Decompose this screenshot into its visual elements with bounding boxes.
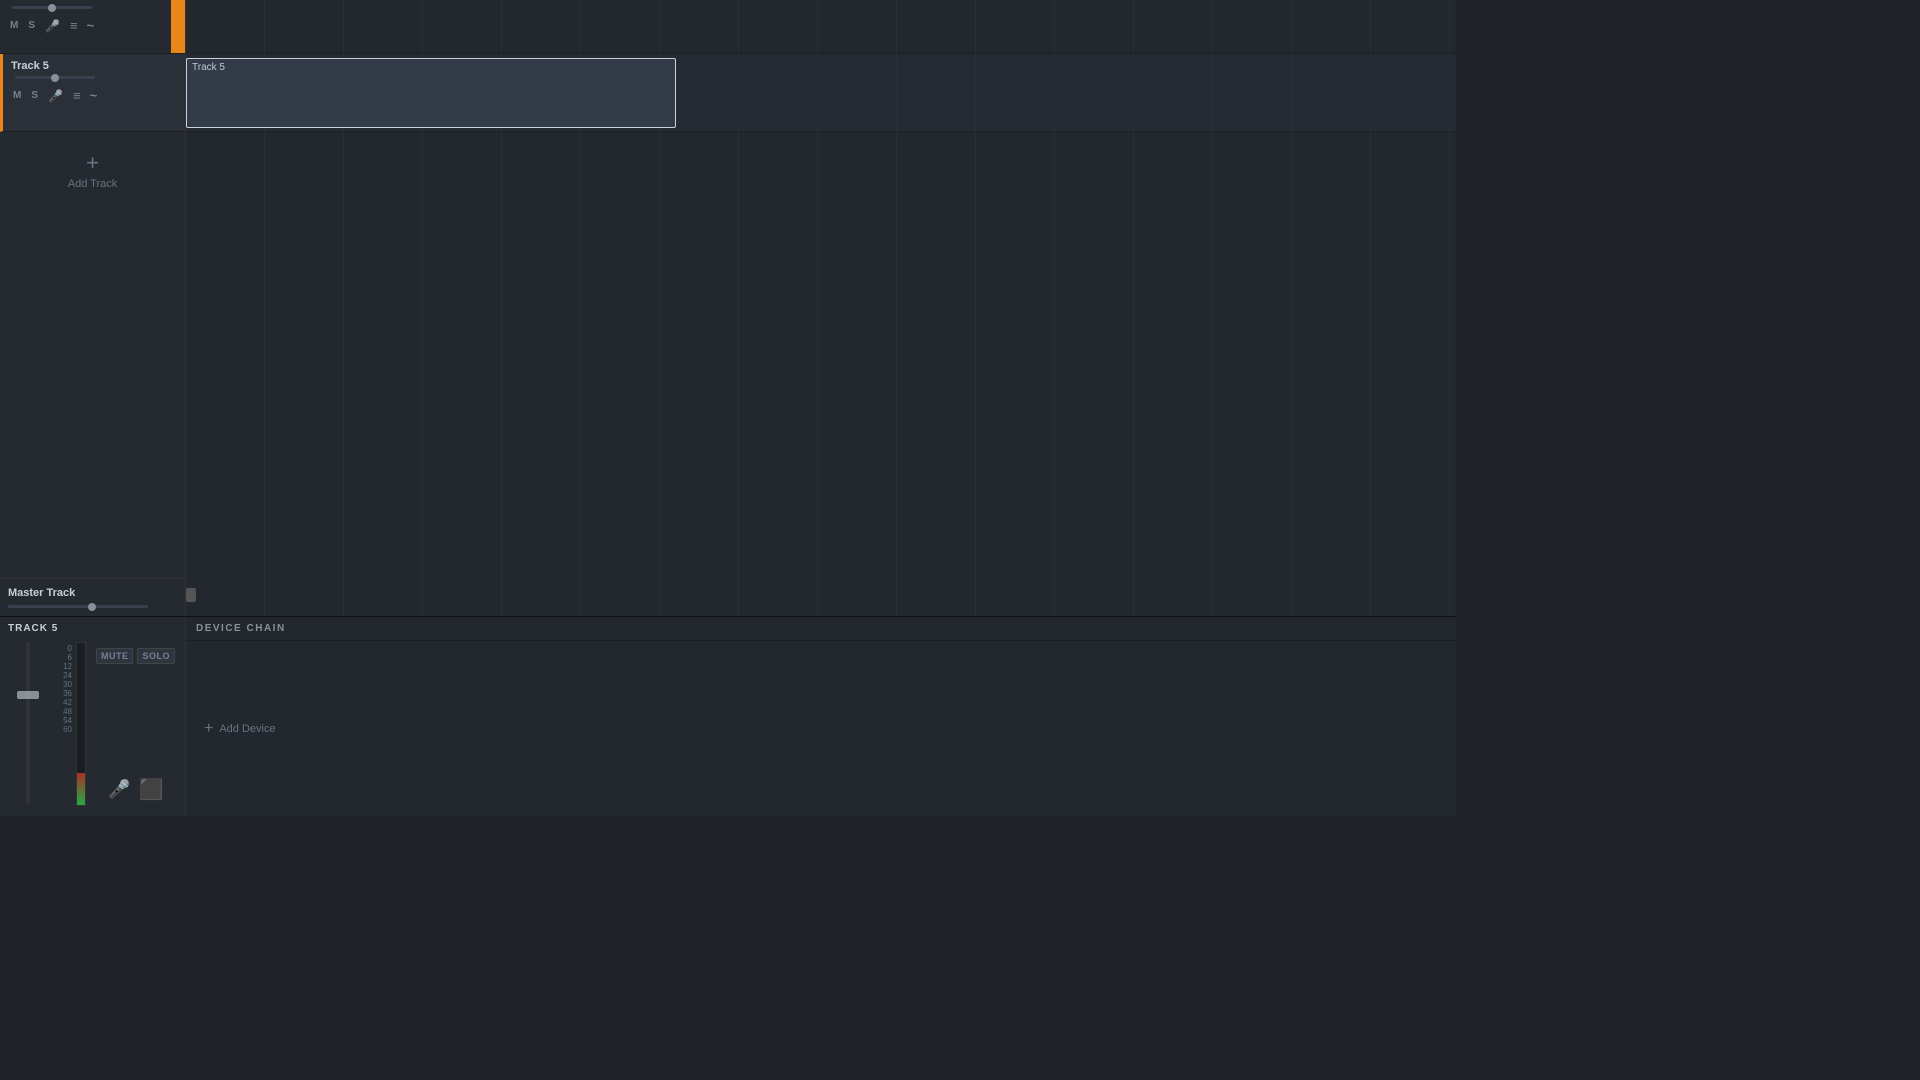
timeline-scrollbar-handle[interactable] xyxy=(186,588,196,602)
track4-row xyxy=(186,0,1456,54)
bottom-bars-icon[interactable]: ⬛ xyxy=(139,777,163,802)
track4-accent-bar xyxy=(171,0,185,53)
add-track-label: Add Track xyxy=(68,178,118,190)
device-chain-content: + Add Device xyxy=(186,641,1456,816)
track5-row: Track 5 xyxy=(186,54,1456,132)
master-slider[interactable] xyxy=(8,605,148,608)
mute-solo-icon-col: MUTE SOLO 🎤 ⬛ xyxy=(94,642,177,808)
track4-solo-btn[interactable]: S xyxy=(26,19,37,32)
track5-name: Track 5 xyxy=(11,60,163,72)
track5-mute-btn[interactable]: M xyxy=(11,89,23,102)
vu-bar xyxy=(77,773,85,805)
track4-slider[interactable] xyxy=(12,6,92,9)
timeline-area: Track 5 xyxy=(186,0,1456,616)
bottom-mic-icon[interactable]: 🎤 xyxy=(108,779,130,800)
vu-meter-col xyxy=(74,642,88,808)
track5-automation-btn[interactable]: ~ xyxy=(88,87,100,104)
volume-fader-track[interactable] xyxy=(26,642,30,804)
vu-section: 0 6 12 24 30 36 42 48 54 60 xyxy=(54,642,88,808)
main-area: M S 🎤 ≡ ~ Track 5 M S xyxy=(0,0,1456,616)
track-header-track5: Track 5 M S 🎤 ≡ ~ xyxy=(0,54,185,132)
mute-solo-row: MUTE SOLO xyxy=(96,648,175,664)
solo-button[interactable]: SOLO xyxy=(137,648,175,664)
track5-clip-label: Track 5 xyxy=(187,59,675,76)
track4-mute-btn[interactable]: M xyxy=(8,19,20,32)
track5-slider[interactable] xyxy=(15,76,95,79)
track5-record-btn[interactable]: 🎤 xyxy=(46,88,65,104)
bottom-panel: TRACK 5 0 6 12 24 30 36 42 48 xyxy=(0,616,1456,816)
track4-controls: M S 🎤 ≡ ~ xyxy=(8,13,177,38)
bottom-icon-row: 🎤 ⬛ xyxy=(96,773,175,806)
add-device-button[interactable]: + Add Device xyxy=(196,717,284,741)
master-track-name: Master Track xyxy=(8,587,177,599)
track-header-track4: M S 🎤 ≡ ~ xyxy=(0,0,185,54)
channel-strip-title: TRACK 5 xyxy=(4,621,181,638)
mute-button[interactable]: MUTE xyxy=(96,648,134,664)
device-chain-header: DEVICE CHAIN xyxy=(186,617,1456,641)
add-track-area[interactable]: + Add Track xyxy=(0,132,185,578)
master-track-header: Master Track xyxy=(0,578,185,616)
track5-clip[interactable]: Track 5 xyxy=(186,58,676,128)
channel-strip-controls: 0 6 12 24 30 36 42 48 54 60 xyxy=(4,638,181,812)
volume-fader-handle[interactable] xyxy=(17,691,39,699)
vu-scale: 0 6 12 24 30 36 42 48 54 60 xyxy=(54,642,72,808)
track4-automation-btn[interactable]: ~ xyxy=(85,17,97,34)
track5-controls: M S 🎤 ≡ ~ xyxy=(11,83,163,108)
add-device-label: Add Device xyxy=(219,723,275,735)
track4-record-btn[interactable]: 🎤 xyxy=(43,18,62,34)
track-headers: M S 🎤 ≡ ~ Track 5 M S xyxy=(0,0,186,616)
track5-solo-btn[interactable]: S xyxy=(29,89,40,102)
channel-strip: TRACK 5 0 6 12 24 30 36 42 48 xyxy=(0,617,186,816)
fader-area xyxy=(8,642,48,808)
add-device-plus-icon: + xyxy=(204,721,213,737)
vu-meter xyxy=(76,642,86,806)
track4-mixer-btn[interactable]: ≡ xyxy=(68,17,79,34)
add-track-plus: + xyxy=(86,152,99,174)
track5-mixer-btn[interactable]: ≡ xyxy=(71,87,82,104)
device-chain-panel: DEVICE CHAIN + Add Device xyxy=(186,617,1456,816)
